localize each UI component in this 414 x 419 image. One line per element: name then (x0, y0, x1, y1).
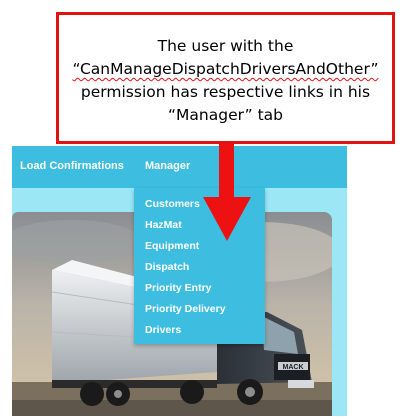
nav-item-load-confirmations[interactable]: Load Confirmations (20, 160, 124, 172)
callout-line-4: “Manager” tab (168, 106, 283, 124)
callout-line-2: “CanManageDispatchDriversAndOther” (72, 60, 379, 78)
mack-badge-text: MACK (283, 364, 304, 371)
annotation-callout: The user with the “CanManageDispatchDriv… (56, 12, 395, 144)
menu-item-equipment[interactable]: Equipment (145, 240, 199, 252)
menu-item-priority-delivery[interactable]: Priority Delivery (145, 303, 226, 315)
top-nav-bar: Load Confirmations Manager (12, 146, 347, 188)
callout-line-3: permission has respective links in his (80, 83, 371, 101)
menu-item-drivers[interactable]: Drivers (145, 324, 181, 336)
nav-item-manager[interactable]: Manager (145, 160, 190, 172)
callout-line-1: The user with the (157, 37, 294, 55)
menu-item-customers[interactable]: Customers (145, 198, 200, 210)
menu-item-priority-entry[interactable]: Priority Entry (145, 282, 212, 294)
menu-item-dispatch[interactable]: Dispatch (145, 261, 189, 273)
annotation-arrow-head (203, 197, 251, 241)
menu-item-hazmat[interactable]: HazMat (145, 219, 182, 231)
annotation-arrow-shaft (219, 144, 234, 198)
